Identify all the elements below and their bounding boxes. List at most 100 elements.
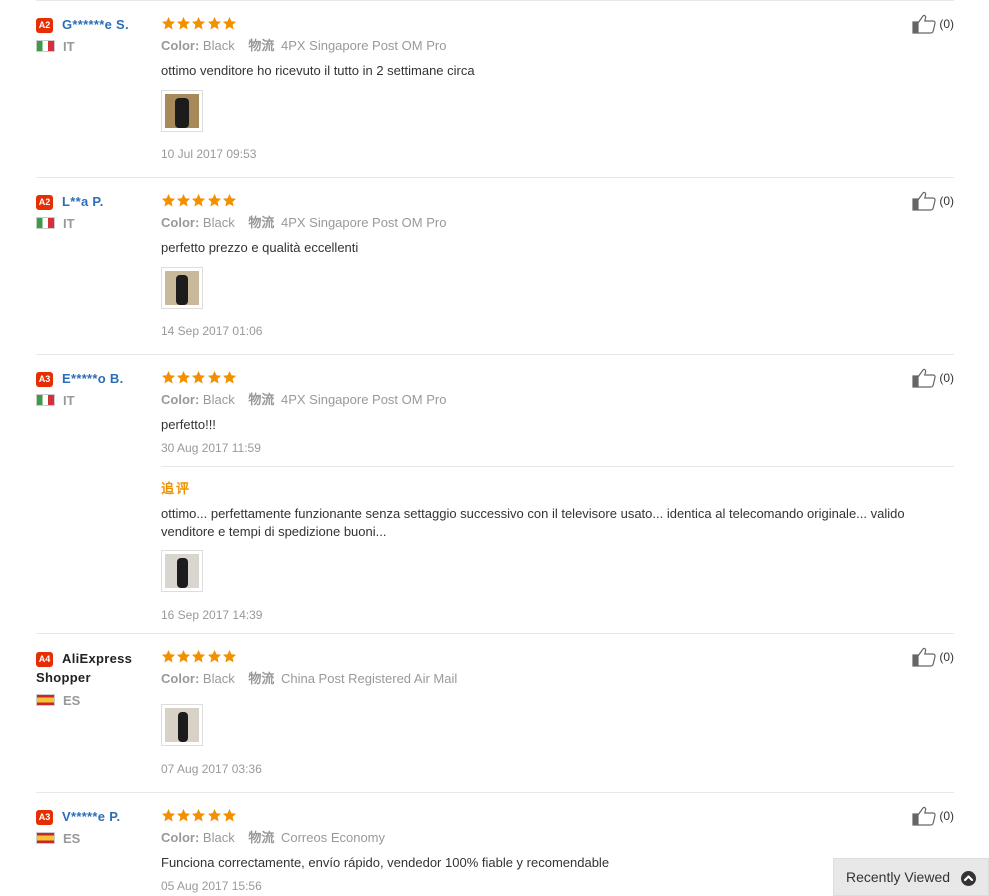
order-info: Color: Black 物流 Correos Economy — [161, 830, 385, 846]
star-icon — [176, 649, 191, 664]
star-icon — [161, 16, 176, 31]
logistics-value: 4PX Singapore Post OM Pro — [280, 38, 447, 53]
review-date: 05 Aug 2017 15:56 — [161, 879, 262, 893]
buyer-info: A2 G******e S. IT — [36, 15, 156, 54]
buyer-name-link[interactable]: L**a P. — [62, 194, 104, 209]
star-icon — [191, 649, 206, 664]
star-rating — [161, 16, 237, 31]
star-icon — [161, 193, 176, 208]
color-value: Black — [202, 215, 235, 230]
review-text: perfetto!!! — [161, 417, 216, 432]
color-value: Black — [202, 830, 235, 845]
thumbs-up-icon — [912, 191, 939, 211]
buyer-info: A3 E*****o B. IT — [36, 369, 156, 408]
followup-label: 追评 — [161, 481, 192, 496]
spain-flag-icon — [36, 832, 55, 844]
buyer-name-link[interactable]: V*****e P. — [62, 809, 120, 824]
logistics-label: 物流 — [248, 671, 275, 686]
review-content: Color: Black 物流 4PX Singapore Post OM Pr… — [161, 355, 954, 634]
country-code: IT — [63, 393, 75, 408]
buyer-country: ES — [36, 832, 156, 846]
buyer-info: A3 V*****e P. ES — [36, 807, 156, 846]
review-photo[interactable] — [161, 267, 203, 309]
buyer-level-badge: A2 — [36, 195, 53, 210]
buyer-country: IT — [36, 394, 156, 408]
review-text: ottimo venditore ho ricevuto il tutto in… — [161, 63, 475, 78]
review-date: 30 Aug 2017 11:59 — [161, 441, 261, 455]
star-icon — [191, 16, 206, 31]
italy-flag-icon — [36, 394, 55, 406]
helpful-button[interactable]: (0) — [912, 806, 954, 826]
star-rating — [161, 808, 237, 823]
recently-viewed-button[interactable]: Recently Viewed — [833, 858, 989, 896]
followup-photo[interactable] — [161, 550, 203, 592]
review-photo[interactable] — [161, 90, 203, 132]
country-code: ES — [63, 831, 81, 846]
star-icon — [222, 370, 237, 385]
logistics-value: China Post Registered Air Mail — [280, 671, 458, 686]
logistics-value: 4PX Singapore Post OM Pro — [280, 215, 447, 230]
buyer-country: IT — [36, 217, 156, 231]
italy-flag-icon — [36, 40, 55, 52]
star-icon — [207, 808, 222, 823]
logistics-value: 4PX Singapore Post OM Pro — [280, 392, 447, 407]
helpful-button[interactable]: (0) — [912, 647, 954, 667]
color-label: Color: — [161, 830, 200, 845]
logistics-label: 物流 — [248, 215, 275, 230]
helpful-count: (0) — [939, 809, 954, 823]
review-photo[interactable] — [161, 704, 203, 746]
star-icon — [161, 808, 176, 823]
review-date: 14 Sep 2017 01:06 — [161, 324, 263, 338]
buyer-info: A4 AliExpress Shopper ES — [36, 649, 156, 708]
helpful-count: (0) — [939, 17, 954, 31]
spain-flag-icon — [36, 694, 55, 706]
buyer-name-link[interactable]: G******e S. — [62, 17, 129, 32]
chevron-up-circle-icon — [961, 871, 976, 886]
star-icon — [207, 193, 222, 208]
helpful-button[interactable]: (0) — [912, 368, 954, 388]
helpful-button[interactable]: (0) — [912, 14, 954, 34]
star-icon — [222, 649, 237, 664]
country-code: IT — [63, 216, 75, 231]
country-code: ES — [63, 693, 81, 708]
logistics-label: 物流 — [248, 830, 275, 845]
star-icon — [161, 649, 176, 664]
helpful-count: (0) — [939, 371, 954, 385]
thumbs-up-icon — [912, 806, 939, 826]
star-icon — [176, 370, 191, 385]
star-icon — [222, 16, 237, 31]
italy-flag-icon — [36, 217, 55, 229]
buyer-level-badge: A3 — [36, 372, 53, 387]
feedback-item: A4 AliExpress Shopper ES Color: Black 物流 … — [36, 633, 954, 792]
buyer-name: AliExpress — [62, 651, 133, 666]
star-icon — [222, 193, 237, 208]
star-icon — [207, 649, 222, 664]
order-info: Color: Black 物流 China Post Registered Ai… — [161, 671, 457, 687]
recently-viewed-label: Recently Viewed — [846, 869, 951, 885]
review-text: Funciona correctamente, envío rápido, ve… — [161, 855, 610, 870]
thumbs-up-icon — [912, 368, 939, 388]
star-icon — [222, 808, 237, 823]
feedback-item: A3 E*****o B. IT Color: Black 物流 4PX Sing… — [36, 354, 954, 633]
feedback-item: A3 V*****e P. ES Color: Black 物流 Correos … — [36, 792, 954, 896]
star-rating — [161, 370, 237, 385]
feedback-item: A2 G******e S. IT Color: Black 物流 4PX Sin… — [36, 0, 954, 177]
buyer-info: A2 L**a P. IT — [36, 192, 156, 231]
color-label: Color: — [161, 38, 200, 53]
color-value: Black — [202, 392, 235, 407]
logistics-label: 物流 — [248, 38, 275, 53]
color-label: Color: — [161, 215, 200, 230]
star-rating — [161, 193, 237, 208]
buyer-country: ES — [36, 694, 156, 708]
buyer-level-badge: A3 — [36, 810, 53, 825]
star-icon — [176, 16, 191, 31]
helpful-button[interactable]: (0) — [912, 191, 954, 211]
review-text: perfetto prezzo e qualità eccellenti — [161, 240, 359, 255]
logistics-value: Correos Economy — [280, 830, 386, 845]
star-icon — [207, 370, 222, 385]
logistics-label: 物流 — [248, 392, 275, 407]
buyer-name-link[interactable]: E*****o B. — [62, 371, 124, 386]
review-date: 10 Jul 2017 09:53 — [161, 147, 257, 161]
color-label: Color: — [161, 671, 200, 686]
star-icon — [191, 808, 206, 823]
